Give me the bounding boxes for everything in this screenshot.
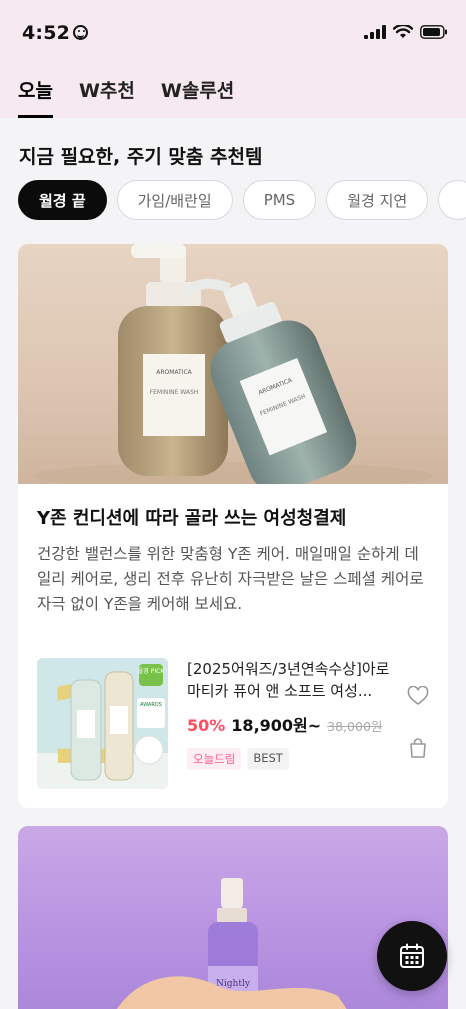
card2-image: Nightly	[18, 826, 448, 1009]
tab-w-recommend[interactable]: W추천	[79, 76, 135, 118]
chip-period-delay[interactable]: 월경 지연	[326, 180, 429, 220]
svg-text:올영 PICK: 올영 PICK	[138, 667, 166, 675]
section-title: 지금 필요한, 주기 맞춤 추천템	[19, 146, 263, 168]
svg-text:AROMATICA: AROMATICA	[156, 369, 192, 376]
original-price: 38,000원	[327, 719, 383, 734]
sale-price: 18,900원~	[231, 716, 322, 735]
product-photo: AROMATICA FEMININE WASH AROMATICA FEMINI…	[33, 244, 433, 484]
status-time: 4:52	[22, 22, 89, 44]
shopping-bag-icon[interactable]	[408, 738, 428, 758]
header: 4:52 오늘 W추천 W솔루션	[0, 0, 466, 118]
chip-pms[interactable]: PMS	[242, 180, 317, 220]
chip-period-end[interactable]: 월경 끝	[18, 180, 107, 220]
svg-text:FEMININE WASH: FEMININE WASH	[150, 389, 199, 396]
svg-text:AWARDS: AWARDS	[140, 702, 162, 708]
status-bar: 4:52	[0, 0, 466, 64]
main-content: 지금 필요한, 주기 맞춤 추천템 월경 끝 가임/배란일 PMS 월경 지연	[0, 118, 466, 1009]
product-thumbnail[interactable]: 1 올영 PICK AWARDS	[37, 658, 168, 789]
chip-fertile[interactable]: 가임/배란일	[116, 180, 233, 220]
recommend-card[interactable]: AROMATICA FEMININE WASH AROMATICA FEMINI…	[18, 244, 448, 808]
product-badges: 오늘드림 BEST	[187, 748, 397, 770]
product-item[interactable]: 1 올영 PICK AWARDS [2025어워즈/3년연속수상]아로마티카 퓨…	[37, 658, 429, 789]
calendar-icon	[400, 943, 424, 968]
smiley-icon	[73, 25, 89, 40]
filter-chips: 월경 끝 가임/배란일 PMS 월경 지연	[0, 180, 466, 240]
badge-today-delivery: 오늘드림	[187, 748, 242, 770]
chip-more[interactable]	[438, 180, 466, 220]
card-description: 건강한 밸런스를 위한 맞춤형 Y존 케어. 매일매일 순하게 데일리 케어로,…	[37, 545, 424, 613]
discount-rate: 50%	[187, 716, 226, 735]
wifi-icon	[393, 25, 413, 38]
tab-today[interactable]: 오늘	[18, 76, 53, 118]
price-row: 50% 18,900원~ 38,000원	[187, 712, 397, 736]
badge-best: BEST	[247, 748, 289, 770]
battery-icon	[420, 25, 447, 39]
heart-icon[interactable]	[407, 686, 429, 706]
card-image: AROMATICA FEMININE WASH AROMATICA FEMINI…	[18, 244, 448, 484]
product-name[interactable]: [2025어워즈/3년연속수상]아로마티카 퓨어 앤 소프트 여성...	[187, 658, 397, 704]
recommend-card-2[interactable]: Nightly	[18, 826, 448, 1009]
card-title: Y존 컨디션에 따라 골라 쓰는 여성청결제	[37, 508, 347, 529]
tab-bar: 오늘 W추천 W솔루션	[0, 76, 242, 118]
calendar-fab-button[interactable]	[377, 921, 447, 991]
tab-w-solution[interactable]: W솔루션	[161, 76, 234, 118]
signal-icon	[364, 25, 386, 39]
